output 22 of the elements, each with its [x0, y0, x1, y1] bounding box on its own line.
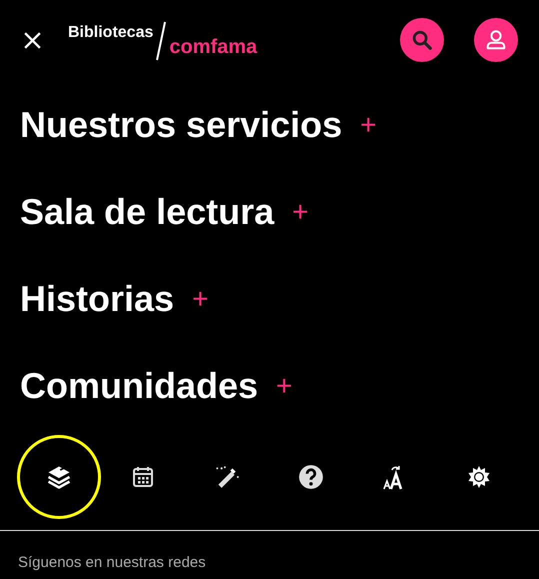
user-icon	[485, 29, 507, 51]
magic-wand-icon	[214, 464, 240, 490]
brand-name: comfama	[169, 37, 258, 57]
help-icon	[298, 464, 324, 490]
menu-item[interactable]: Sala de lectura	[20, 194, 274, 230]
books-button[interactable]	[17, 435, 101, 519]
expand-button[interactable]: +	[360, 110, 377, 138]
brand-name: Bibliotecas	[68, 23, 154, 43]
expand-button[interactable]: +	[276, 372, 292, 400]
menu-item[interactable]: Nuestros servicios	[20, 106, 342, 142]
social-heading: Síguenos en nuestras redes	[18, 554, 206, 571]
search-button[interactable]	[400, 18, 444, 62]
slash-icon	[155, 21, 168, 61]
expand-button[interactable]: +	[292, 198, 308, 226]
calendar-icon	[131, 465, 155, 489]
menu-item[interactable]: Comunidades	[20, 368, 258, 404]
close-icon[interactable]	[22, 30, 43, 50]
expand-button[interactable]: +	[192, 284, 208, 312]
account-button[interactable]	[474, 18, 518, 62]
sun-icon	[467, 465, 491, 489]
search-icon	[411, 29, 433, 51]
menu-item[interactable]: Historias	[20, 280, 174, 316]
